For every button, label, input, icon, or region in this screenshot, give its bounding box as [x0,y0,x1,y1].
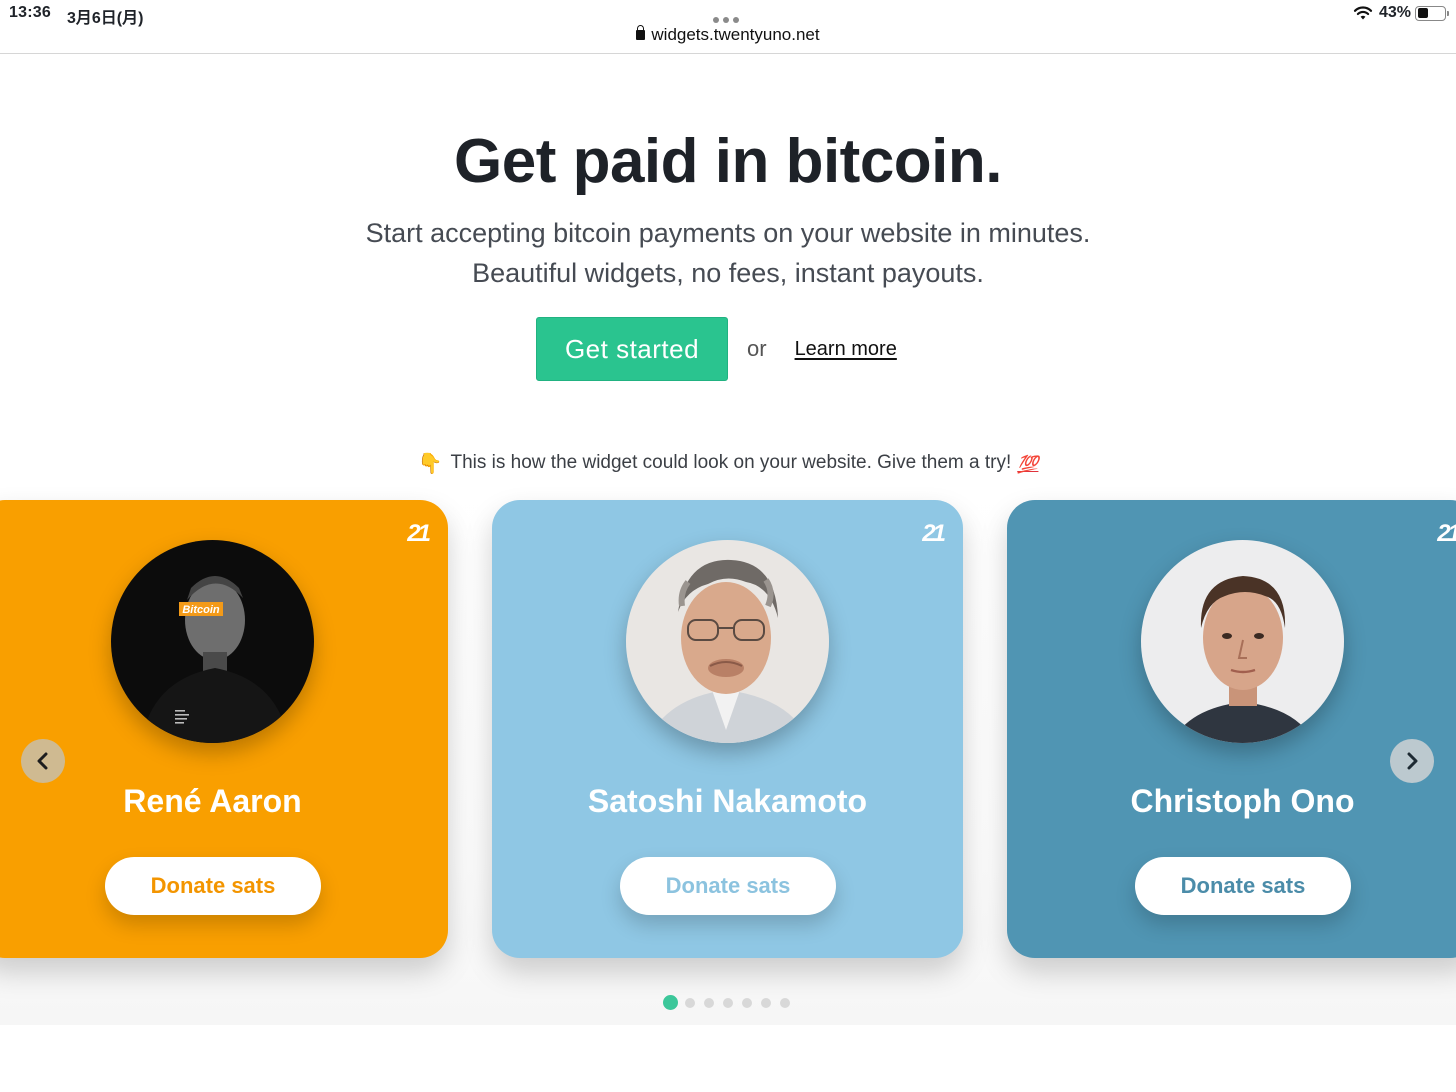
avatar [1141,540,1344,743]
hero-subtitle-line-1: Start accepting bitcoin payments on your… [365,218,1091,248]
cta-row: Get started or Learn more [536,317,897,381]
battery-percent: 43% [1378,4,1411,21]
carousel-pagination [663,995,799,1010]
donate-sats-button[interactable]: Donate sats [620,857,836,915]
widget-hint-text: This is how the widget could look on you… [450,452,1012,473]
avatar-photo-christoph-ono [1141,540,1344,743]
address-text: widgets.twentyuno.net [651,25,820,44]
widget-card-rene-aaron: 21 Bitcoin René Aaron Donate sats [0,500,448,958]
carousel-prev-button[interactable] [21,739,65,783]
twentyuno-logo-icon: 21 [922,520,946,547]
twentyuno-logo-icon: 21 [1437,520,1456,547]
widget-carousel: 21 Bitcoin René Aaron Donate sats 21 Sat… [0,480,1456,1025]
donate-sats-button[interactable]: Donate sats [105,857,321,915]
lock-icon [636,25,646,40]
avatar-photo-satoshi-nakamoto [626,540,829,743]
avatar [626,540,829,743]
widget-name: René Aaron [123,783,302,819]
hundred-points-icon: 💯 [1017,455,1039,474]
carousel-dot-1[interactable] [663,995,678,1010]
avatar-tag: Bitcoin [182,604,220,616]
page-title: Get paid in bitcoin. [454,127,1003,196]
status-indicators: 43% [1353,3,1449,23]
donate-sats-button[interactable]: Donate sats [1135,857,1351,915]
wifi-icon [1353,6,1373,20]
carousel-dot-6[interactable] [761,997,771,1008]
status-time: 13:36 [9,4,51,21]
carousel-dot-2[interactable] [685,997,695,1008]
battery-icon [1415,5,1449,21]
carousel-dot-4[interactable] [723,997,733,1008]
widget-name: Christoph Ono [1130,783,1355,819]
address-bar[interactable]: widgets.twentyuno.net [0,25,1456,45]
cta-or-text: or [747,336,767,361]
chevron-right-icon [1407,752,1418,770]
more-dots-icon[interactable] [713,10,743,23]
carousel-dot-7[interactable] [780,997,790,1008]
get-started-button[interactable]: Get started [536,317,728,381]
twentyuno-logo-icon: 21 [407,520,431,547]
widget-card-christoph-ono: 21 Christoph Ono Donate sats [1007,500,1456,958]
chevron-left-icon [37,752,48,770]
learn-more-link[interactable]: Learn more [795,338,897,361]
hero-subtitle-line-2: Beautiful widgets, no fees, instant payo… [472,258,984,288]
widget-name: Satoshi Nakamoto [587,783,868,819]
carousel-next-button[interactable] [1390,739,1434,783]
carousel-dot-3[interactable] [704,997,714,1008]
widget-card-satoshi-nakamoto: 21 Satoshi Nakamoto Donate sats [492,500,963,958]
pointing-down-icon: 👇 [417,453,443,475]
avatar-photo-rene-aaron: Bitcoin [111,540,314,743]
browser-status-bar: 13:36 3月6日(月) widgets.twentyuno.net 43% [0,0,1456,54]
widget-hint: 👇 This is how the widget could look on yo… [0,451,1456,476]
avatar: Bitcoin [111,540,314,743]
carousel-dot-5[interactable] [742,997,752,1008]
